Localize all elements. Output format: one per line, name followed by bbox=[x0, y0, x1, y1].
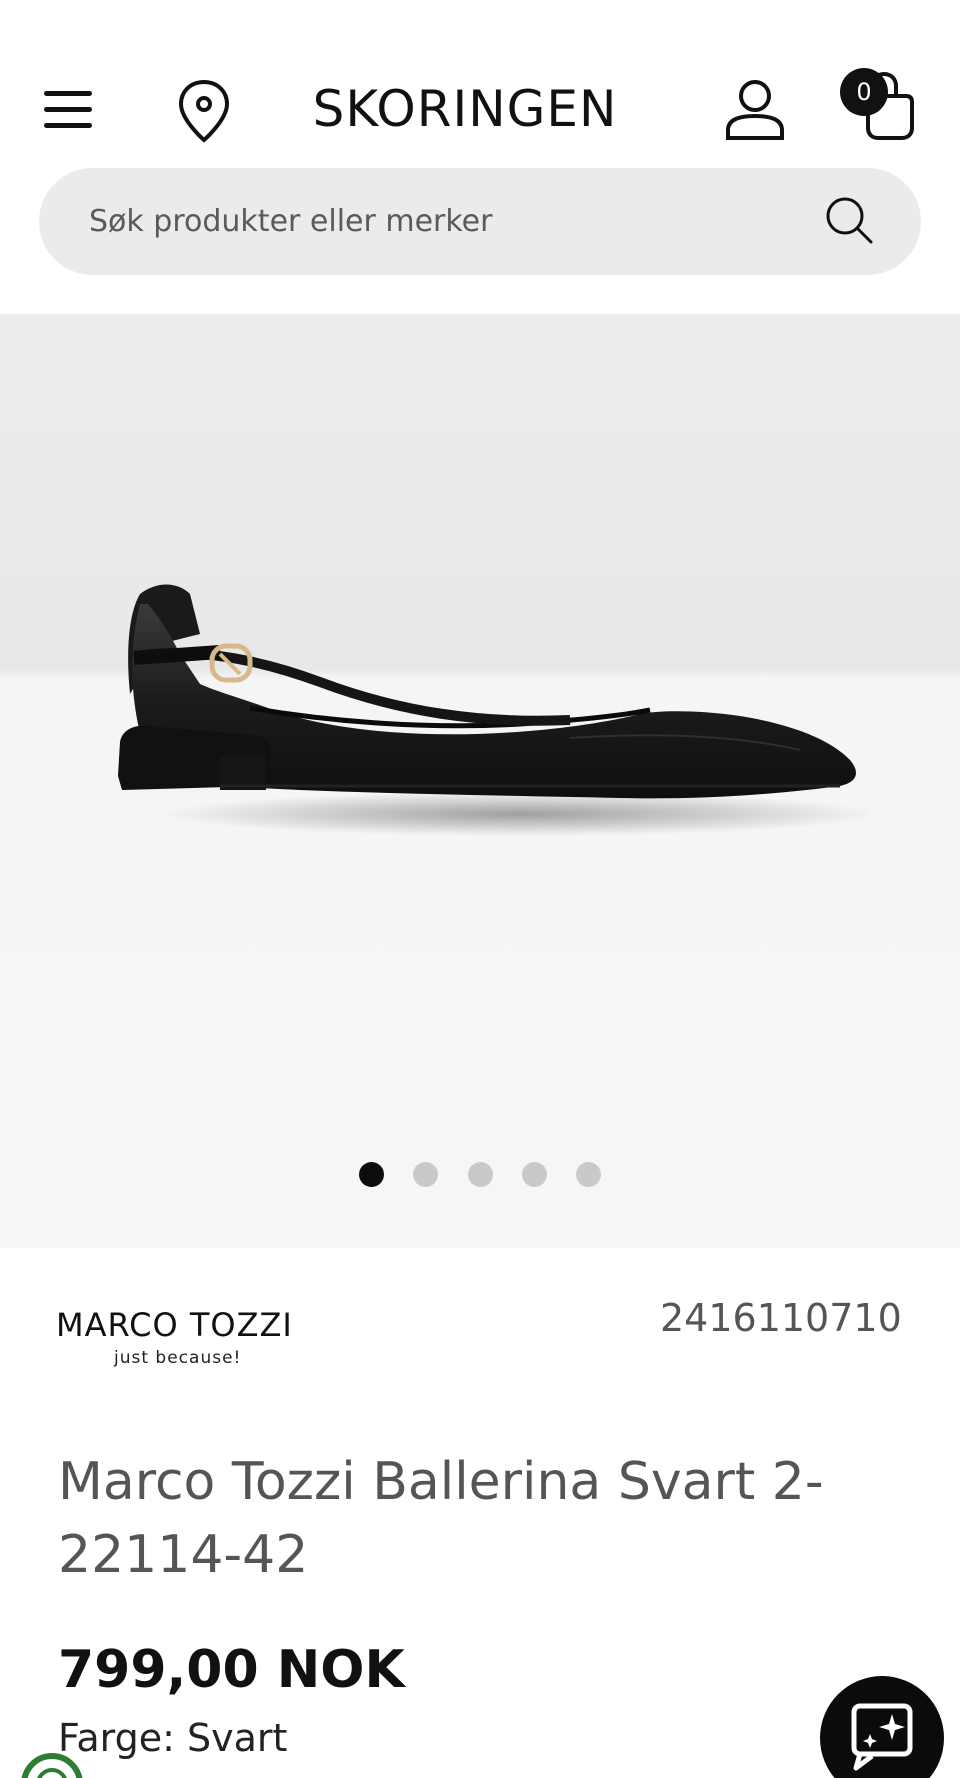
gallery-dot-4[interactable] bbox=[521, 1162, 547, 1187]
gallery-dot-5[interactable] bbox=[575, 1162, 601, 1187]
menu-icon-bar bbox=[44, 123, 92, 128]
gallery-dot-2[interactable] bbox=[413, 1162, 439, 1187]
product-sku: 2416110710 bbox=[660, 1296, 902, 1340]
product-image-gallery[interactable] bbox=[0, 314, 960, 1248]
gallery-dot-1[interactable] bbox=[359, 1162, 385, 1187]
brand-logo[interactable]: MARCO TOZZI just because! bbox=[56, 1306, 316, 1376]
site-logo[interactable]: SKORINGEN bbox=[300, 76, 630, 142]
menu-icon-bar bbox=[44, 107, 92, 112]
product-image bbox=[118, 584, 870, 836]
search-bar[interactable] bbox=[39, 168, 921, 275]
eco-badge-icon[interactable] bbox=[18, 1744, 88, 1778]
location-pin-icon bbox=[178, 79, 230, 143]
menu-button[interactable] bbox=[40, 88, 96, 132]
account-button[interactable] bbox=[722, 76, 788, 142]
store-locator-button[interactable] bbox=[176, 78, 232, 144]
search-input[interactable] bbox=[89, 168, 789, 275]
chat-sparkle-icon bbox=[851, 1703, 913, 1771]
cart-count-badge: 0 bbox=[840, 68, 888, 116]
cart-button[interactable]: 0 bbox=[840, 68, 920, 148]
site-header: SKORINGEN 0 bbox=[0, 0, 960, 160]
brand-tagline: just because! bbox=[114, 1348, 242, 1368]
brand-name: MARCO TOZZI bbox=[56, 1306, 293, 1344]
gallery-pagination bbox=[0, 1162, 960, 1192]
user-icon bbox=[726, 80, 784, 140]
menu-icon-bar bbox=[44, 91, 92, 96]
product-title: Marco Tozzi Ballerina Svart 2-22114-42 bbox=[58, 1452, 824, 1585]
gallery-dot-3[interactable] bbox=[467, 1162, 493, 1187]
product-color: Farge: Svart bbox=[58, 1716, 288, 1760]
product-price: 799,00 NOK bbox=[58, 1640, 405, 1700]
search-icon[interactable] bbox=[819, 190, 883, 254]
chat-button[interactable] bbox=[820, 1676, 944, 1778]
